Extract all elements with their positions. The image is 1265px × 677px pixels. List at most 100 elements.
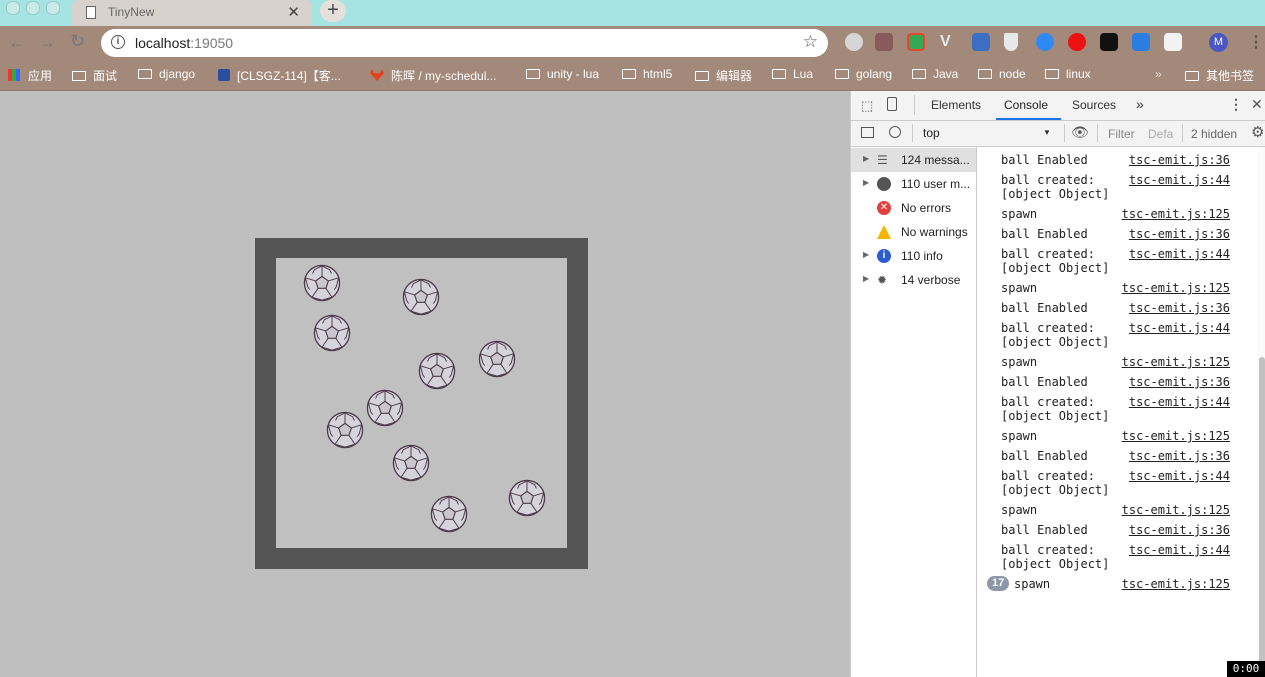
folder-icon — [1185, 71, 1199, 81]
source-link[interactable]: tsc-emit.js:44 — [1129, 247, 1230, 261]
extension-icon-9[interactable] — [1100, 33, 1118, 51]
source-link[interactable]: tsc-emit.js:36 — [1129, 227, 1230, 241]
tab-sources[interactable]: Sources — [1072, 98, 1116, 112]
bookmark-page[interactable]: 陈晖 / my-schedul... — [370, 67, 496, 84]
bookmark-folder[interactable]: unity - lua — [526, 67, 599, 81]
vue-devtools-icon[interactable]: V — [940, 33, 958, 51]
maximize-window-button[interactable] — [46, 1, 60, 15]
back-icon[interactable]: ← — [8, 32, 26, 53]
active-tab-indicator — [996, 118, 1061, 120]
sidebar-item-info[interactable]: ▶ i 110 info — [851, 244, 976, 268]
bookmark-folder[interactable]: node — [978, 67, 1026, 81]
source-link[interactable]: tsc-emit.js:44 — [1129, 543, 1230, 557]
tab-elements[interactable]: Elements — [931, 98, 981, 112]
tab-console[interactable]: Console — [1004, 98, 1048, 112]
bookmark-folder[interactable]: 编辑器 — [695, 67, 752, 84]
source-link[interactable]: tsc-emit.js:36 — [1129, 449, 1230, 463]
folder-icon — [72, 71, 86, 81]
bookmark-folder[interactable]: golang — [835, 67, 892, 81]
eye-icon[interactable]: 👁 — [1071, 124, 1089, 141]
extension-icon-10[interactable] — [1132, 33, 1150, 51]
url-host: localhost — [135, 35, 191, 51]
url-text[interactable]: localhost:19050 — [135, 35, 233, 51]
profile-avatar[interactable]: M — [1209, 33, 1228, 52]
bookmarks-overflow-button[interactable]: » — [1155, 67, 1162, 81]
source-link[interactable]: tsc-emit.js:125 — [1122, 355, 1230, 369]
expand-arrow-icon[interactable]: ▶ — [863, 178, 869, 187]
scroll-thumb[interactable] — [1259, 357, 1265, 677]
source-link[interactable]: tsc-emit.js:44 — [1129, 395, 1230, 409]
bookmark-apps[interactable]: 应用 — [8, 67, 52, 84]
folder-icon — [695, 71, 709, 81]
sidebar-item-verbose[interactable]: ▶ ✹ 14 verbose — [851, 268, 976, 292]
sidebar-toggle-icon[interactable] — [861, 127, 874, 138]
bookmark-star-icon[interactable]: ☆ — [803, 32, 818, 52]
log-levels-select[interactable]: Defa — [1148, 127, 1173, 141]
extension-icon-7[interactable] — [1036, 33, 1054, 51]
sidebar-item-warnings[interactable]: No warnings — [851, 220, 976, 244]
source-link[interactable]: tsc-emit.js:44 — [1129, 469, 1230, 483]
source-link[interactable]: tsc-emit.js:125 — [1122, 207, 1230, 221]
bookmark-folder[interactable]: linux — [1045, 67, 1091, 81]
extension-icon-11[interactable] — [1164, 33, 1182, 51]
source-link[interactable]: tsc-emit.js:36 — [1129, 375, 1230, 389]
bookmark-page[interactable]: [CLSGZ-114]【客... — [218, 67, 341, 84]
extension-icon-2[interactable] — [875, 33, 893, 51]
context-dropdown-icon[interactable]: ▼ — [1043, 128, 1051, 137]
clear-console-icon[interactable] — [889, 126, 901, 138]
context-select[interactable]: top — [923, 126, 940, 140]
extension-icon-1[interactable] — [845, 33, 863, 51]
sidebar-item-user-messages[interactable]: ▶ 110 user m... — [851, 172, 976, 196]
game-canvas[interactable] — [255, 238, 588, 569]
source-link[interactable]: tsc-emit.js:125 — [1122, 281, 1230, 295]
expand-arrow-icon[interactable]: ▶ — [863, 274, 869, 283]
repeat-count-badge: 17 — [987, 576, 1010, 591]
close-window-button[interactable] — [6, 1, 20, 15]
source-link[interactable]: tsc-emit.js:125 — [1122, 577, 1230, 591]
forward-icon[interactable]: → — [38, 32, 56, 53]
settings-gear-icon[interactable]: ⚙ — [1251, 123, 1264, 141]
more-tabs-button[interactable]: » — [1136, 96, 1144, 112]
source-link[interactable]: tsc-emit.js:44 — [1129, 173, 1230, 187]
sidebar-item-messages[interactable]: ▶ ☰ 124 messa... — [851, 148, 976, 172]
browser-tab[interactable]: TinyNew ✕ — [72, 0, 312, 26]
console-message: ball Enabled — [1001, 301, 1088, 315]
source-link[interactable]: tsc-emit.js:36 — [1129, 153, 1230, 167]
bookmark-folder[interactable]: Java — [912, 67, 958, 81]
source-link[interactable]: tsc-emit.js:36 — [1129, 523, 1230, 537]
extension-icon-5[interactable] — [972, 33, 990, 51]
address-bar[interactable]: i localhost:19050 ☆ — [101, 29, 828, 57]
divider — [1097, 124, 1098, 142]
bookmark-folder[interactable]: Lua — [772, 67, 813, 81]
source-link[interactable]: tsc-emit.js:36 — [1129, 301, 1230, 315]
sidebar-item-errors[interactable]: ✕ No errors — [851, 196, 976, 220]
other-bookmarks[interactable]: 其他书签 — [1185, 67, 1254, 84]
devtools-menu-icon[interactable]: ⋮ — [1229, 96, 1243, 113]
close-devtools-icon[interactable]: ✕ — [1251, 96, 1263, 113]
reload-icon[interactable]: ↻ — [70, 31, 85, 52]
new-tab-button[interactable]: + — [320, 0, 346, 22]
console-toolbar: top ▼ 👁 Filter Defa 2 hidden ⚙ — [851, 121, 1265, 147]
info-icon[interactable]: i — [111, 35, 125, 49]
inspect-element-icon[interactable]: ⬚ — [861, 98, 873, 114]
source-link[interactable]: tsc-emit.js:125 — [1122, 429, 1230, 443]
source-link[interactable]: tsc-emit.js:44 — [1129, 321, 1230, 335]
bookmark-folder[interactable]: html5 — [622, 67, 672, 81]
minimize-window-button[interactable] — [26, 1, 40, 15]
more-menu-icon[interactable]: ⋮ — [1248, 32, 1264, 52]
extension-icon-3[interactable] — [907, 33, 925, 51]
soccer-ball — [418, 352, 456, 390]
extension-icon-8[interactable] — [1068, 33, 1086, 51]
tab-close-button[interactable]: ✕ — [287, 3, 300, 21]
console-message: ball created: [object Object] — [1001, 321, 1110, 349]
bookmark-folder[interactable]: 面试 — [72, 67, 117, 84]
expand-arrow-icon[interactable]: ▶ — [863, 250, 869, 259]
expand-arrow-icon[interactable]: ▶ — [863, 154, 869, 163]
devtools-tabbar: ⬚ Elements Console Sources » ⋮ ✕ — [851, 91, 1265, 121]
source-link[interactable]: tsc-emit.js:125 — [1122, 503, 1230, 517]
shield-icon[interactable] — [1004, 33, 1018, 51]
bookmark-folder[interactable]: django — [138, 67, 195, 81]
filter-input[interactable]: Filter — [1108, 127, 1135, 141]
console-scrollbar[interactable] — [1258, 147, 1265, 677]
device-toolbar-icon[interactable] — [887, 97, 897, 111]
